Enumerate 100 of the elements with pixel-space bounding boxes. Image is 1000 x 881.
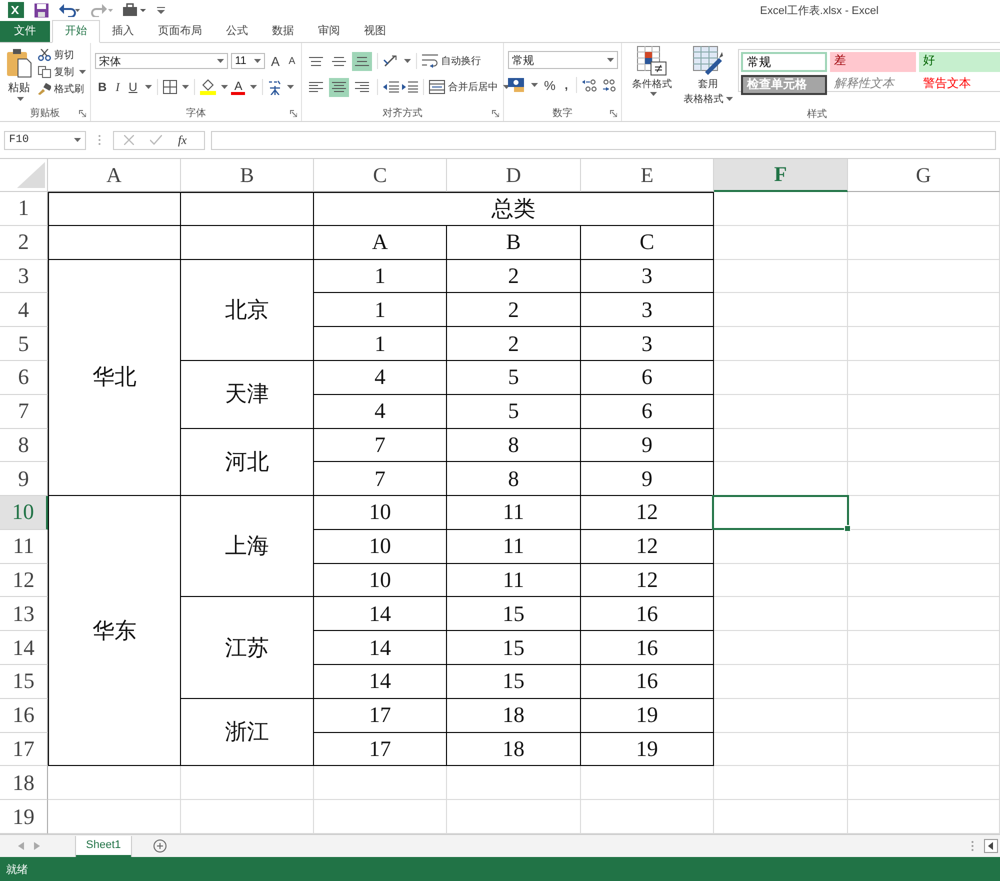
table-cell: 江苏 bbox=[181, 597, 314, 699]
format-painter-button[interactable]: 格式刷 bbox=[38, 82, 86, 96]
scroll-right-icon bbox=[34, 842, 40, 850]
column-header[interactable]: F bbox=[714, 159, 848, 192]
table-cell: 3 bbox=[581, 260, 714, 294]
font-color-button[interactable]: A bbox=[231, 80, 246, 94]
caret-icon bbox=[607, 58, 614, 62]
empty-cell[interactable] bbox=[848, 394, 1000, 429]
format-as-table-button[interactable]: 套用 表格格式 bbox=[682, 46, 734, 106]
caret-icon bbox=[287, 85, 294, 89]
table-cell: 11 bbox=[447, 496, 581, 530]
align-lines-icon bbox=[332, 81, 346, 93]
empty-cell[interactable] bbox=[848, 293, 1000, 328]
name-box[interactable]: F10 bbox=[4, 130, 86, 150]
table-cell: 8 bbox=[447, 462, 581, 496]
ribbon-tab[interactable]: 审阅 bbox=[306, 21, 352, 42]
formula-input[interactable] bbox=[211, 130, 996, 150]
empty-cell[interactable] bbox=[714, 766, 848, 800]
table-cell: 18 bbox=[447, 732, 581, 766]
table-cell: 3 bbox=[581, 293, 714, 328]
empty-cell[interactable] bbox=[848, 631, 1000, 666]
merge-center-button[interactable]: 合并后居中 bbox=[429, 80, 510, 94]
number-format-dropdown[interactable]: 常规 bbox=[508, 51, 618, 69]
row-header[interactable]: 18 bbox=[0, 766, 48, 800]
copy-icon bbox=[38, 66, 51, 78]
caret-icon bbox=[217, 59, 224, 63]
cell-style-item[interactable]: 好 bbox=[919, 52, 1000, 72]
table-cell: 4 bbox=[314, 394, 447, 429]
caret-icon bbox=[79, 70, 86, 74]
ribbon-tab[interactable]: 开始 bbox=[52, 20, 100, 43]
window-title: Excel工作表.xlsx - Excel bbox=[760, 4, 879, 18]
dialog-launcher-icon bbox=[492, 110, 499, 117]
paintbrush-icon bbox=[38, 83, 51, 95]
empty-cell[interactable] bbox=[848, 360, 1000, 395]
merge-center-icon bbox=[429, 80, 445, 94]
italic-button[interactable]: I bbox=[112, 80, 123, 94]
empty-cell[interactable] bbox=[848, 192, 1000, 226]
font-name-dropdown[interactable]: 宋体 bbox=[95, 53, 228, 69]
cell-style-item[interactable]: 解释性文本 bbox=[830, 75, 916, 95]
ribbon-tab[interactable]: 公式 bbox=[214, 21, 260, 42]
ribbon-tab[interactable]: 页面布局 bbox=[146, 21, 214, 42]
underline-button[interactable]: U bbox=[126, 80, 140, 94]
empty-cell[interactable] bbox=[848, 226, 1000, 260]
empty-cell[interactable] bbox=[848, 260, 1000, 294]
insert-function-button[interactable]: fx bbox=[178, 132, 187, 148]
format-table-icon bbox=[693, 46, 723, 76]
column-header[interactable]: G bbox=[848, 159, 1000, 192]
conditional-formatting-icon bbox=[637, 46, 667, 76]
increase-font-size-button[interactable]: A bbox=[268, 54, 283, 68]
cell-style-item[interactable]: 常规 bbox=[741, 52, 827, 72]
caret-icon bbox=[726, 97, 732, 101]
borders-icon bbox=[163, 80, 178, 94]
ribbon-tab[interactable]: 数据 bbox=[260, 21, 306, 42]
table-cell: 2 bbox=[447, 293, 581, 328]
empty-cell[interactable] bbox=[848, 665, 1000, 699]
empty-cell[interactable] bbox=[848, 698, 1000, 733]
caret-icon bbox=[74, 138, 81, 142]
paste-button[interactable]: 粘贴 bbox=[4, 46, 34, 105]
fill-handle[interactable] bbox=[844, 524, 851, 532]
horizontal-align-button[interactable] bbox=[329, 78, 349, 96]
copy-button[interactable]: 复制 bbox=[38, 65, 86, 79]
add-sheet-icon bbox=[152, 839, 167, 853]
empty-cell[interactable] bbox=[848, 327, 1000, 361]
font-size-dropdown[interactable]: 11 bbox=[231, 53, 265, 69]
table-cell: 10 bbox=[314, 564, 447, 598]
comma-style-button[interactable]: , bbox=[562, 78, 571, 92]
row-header[interactable]: 10 bbox=[0, 496, 48, 530]
empty-cell[interactable] bbox=[848, 597, 1000, 632]
empty-cell[interactable] bbox=[848, 564, 1000, 598]
vertical-align-button[interactable] bbox=[352, 52, 372, 70]
table-header: B bbox=[447, 226, 581, 260]
ribbon-tab[interactable]: 视图 bbox=[352, 21, 398, 42]
group-label: 剪贴板 bbox=[30, 106, 60, 120]
dialog-launcher-icon bbox=[290, 110, 297, 117]
table-cell: 15 bbox=[447, 631, 581, 666]
conditional-formatting-button[interactable]: 条件格式 bbox=[626, 46, 678, 106]
decrease-font-size-button[interactable]: A bbox=[286, 56, 298, 66]
percent-button[interactable]: % bbox=[541, 78, 559, 92]
empty-cell[interactable] bbox=[848, 732, 1000, 766]
cell-cursor[interactable] bbox=[712, 495, 849, 530]
empty-cell[interactable] bbox=[848, 428, 1000, 462]
redo-icon bbox=[91, 3, 113, 17]
cell-style-item[interactable]: 警告文本 bbox=[919, 75, 1000, 95]
sheet-tab[interactable]: Sheet1 bbox=[76, 836, 131, 856]
empty-cell[interactable] bbox=[848, 766, 1000, 800]
empty-cell[interactable] bbox=[848, 530, 1000, 564]
file-tab[interactable]: 文件 bbox=[0, 21, 50, 42]
check-icon bbox=[150, 135, 162, 145]
group-label: 对齐方式 bbox=[382, 106, 422, 120]
table-cell: 6 bbox=[581, 360, 714, 395]
table-cell: 15 bbox=[447, 597, 581, 632]
wrap-text-button[interactable]: 自动换行 bbox=[422, 54, 481, 68]
empty-cell[interactable] bbox=[848, 462, 1000, 496]
cell-style-item[interactable]: 差 bbox=[830, 52, 916, 72]
caret-icon bbox=[254, 59, 261, 63]
ribbon-tab[interactable]: 插入 bbox=[100, 21, 146, 42]
cut-button[interactable]: 剪切 bbox=[38, 48, 86, 62]
decrease-decimal-icon bbox=[600, 78, 617, 92]
table-cell: 8 bbox=[447, 428, 581, 462]
bold-button[interactable]: B bbox=[95, 80, 110, 94]
